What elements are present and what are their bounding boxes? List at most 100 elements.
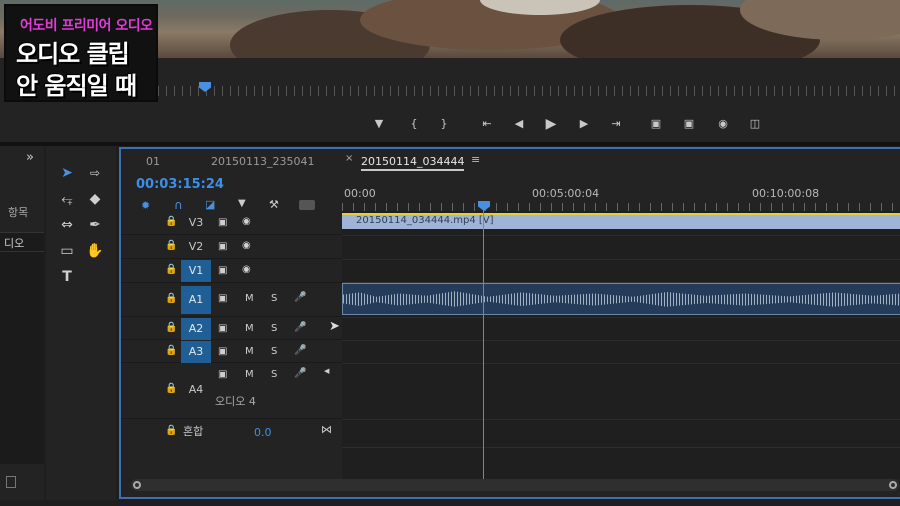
mix-label: 혼합 — [183, 425, 204, 438]
track-label-v1[interactable]: V1 — [181, 260, 211, 282]
solo-button[interactable]: S — [271, 293, 277, 304]
sync-lock-icon[interactable]: ▣ — [218, 265, 227, 276]
lock-icon[interactable]: 🔒 — [165, 345, 177, 356]
linked-selection-icon[interactable]: ◪ — [205, 198, 215, 211]
solo-button[interactable]: S — [271, 369, 277, 380]
play-icon[interactable]: ▶ — [542, 115, 560, 133]
lock-icon[interactable]: 🔒 — [165, 216, 177, 227]
selection-tool-icon[interactable]: ➤ — [56, 162, 78, 184]
sync-lock-icon[interactable]: ▣ — [218, 346, 227, 357]
lock-icon[interactable]: 🔒 — [165, 240, 177, 251]
lock-icon[interactable]: 🔒 — [165, 383, 177, 394]
marker-icon[interactable]: ▼ — [370, 115, 388, 133]
type-tool-icon[interactable]: T — [56, 266, 78, 288]
track-header-v1[interactable]: 🔒 V1 ▣ ◉ — [121, 259, 342, 283]
microphone-icon[interactable]: 🎤 — [294, 345, 306, 356]
track-label-a1[interactable]: A1 — [181, 286, 211, 314]
mark-out-icon[interactable]: } — [435, 115, 453, 133]
solo-button[interactable]: S — [271, 346, 277, 357]
track-label-v3[interactable]: V3 — [181, 212, 211, 234]
title-overlay: 어도비 프리미어 오디오 오디오 클립 안 움직일 때 — [4, 4, 158, 102]
microphone-icon[interactable]: 🎤 — [294, 322, 306, 333]
scroll-handle-left[interactable] — [133, 481, 141, 489]
captions-icon[interactable] — [299, 200, 315, 210]
sync-lock-icon[interactable]: ▣ — [218, 293, 227, 304]
solo-button[interactable]: S — [271, 323, 277, 334]
track-header-a4[interactable]: 🔒 A4 ▣ M S 🎤 ◀ 오디오 4 — [121, 363, 342, 419]
audio-clip[interactable] — [342, 283, 900, 315]
sync-lock-icon[interactable]: ▣ — [218, 217, 227, 228]
insert-icon[interactable]: ▣ — [647, 115, 665, 133]
mix-volume-value[interactable]: 0.0 — [254, 426, 272, 439]
track-header-v2[interactable]: 🔒 V2 ▣ ◉ — [121, 235, 342, 259]
mix-end-icon[interactable]: ⋈ — [321, 423, 332, 436]
mark-in-icon[interactable]: { — [405, 115, 423, 133]
snap-icon[interactable]: ∩ — [174, 198, 183, 212]
track-label-a2[interactable]: A2 — [181, 318, 211, 340]
razor-tool-icon[interactable]: ◆ — [84, 188, 106, 210]
track-label-v2[interactable]: V2 — [181, 236, 211, 258]
settings-wrench-icon[interactable]: ⚒ — [269, 198, 279, 211]
slip-tool-icon[interactable]: ⇔ — [56, 214, 78, 236]
sync-lock-icon[interactable]: ▣ — [218, 323, 227, 334]
mute-button[interactable]: M — [245, 293, 254, 304]
tab-sequence-20150113[interactable]: 20150113_235041 — [211, 155, 314, 168]
step-forward-icon[interactable]: ▶ — [575, 115, 593, 133]
tab-sequence-active[interactable]: 20150114_034444 — [361, 155, 465, 171]
rectangle-tool-icon[interactable]: ▭ — [56, 240, 78, 262]
eye-icon[interactable]: ◉ — [242, 216, 251, 227]
track-header-mix[interactable]: 🔒 혼합 0.0 ⋈ — [121, 419, 342, 447]
lock-icon[interactable]: 🔒 — [165, 293, 177, 304]
trash-icon[interactable] — [6, 476, 16, 488]
go-to-out-icon[interactable]: ⇥ — [607, 115, 625, 133]
tab-sequence-01[interactable]: 01 — [146, 155, 160, 168]
pen-tool-icon[interactable]: ✒ — [84, 214, 106, 236]
mute-button[interactable]: M — [245, 323, 254, 334]
track-headers: 🔒 V3 ▣ ◉ 🔒 V2 ▣ ◉ 🔒 V1 ▣ ◉ 🔒 A1 ▣ M S 🎤 — [121, 211, 342, 479]
eye-icon[interactable]: ◉ — [242, 240, 251, 251]
sync-lock-icon[interactable]: ▣ — [218, 369, 227, 380]
mute-button[interactable]: M — [245, 346, 254, 357]
track-header-a2[interactable]: 🔒 A2 ▣ M S 🎤 ➤ — [121, 317, 342, 340]
timeline-panel: 01 20150113_235041 × 20150114_034444 ≡ 0… — [119, 147, 900, 499]
track-area[interactable]: 20150114_034444.mp4 [V] — [342, 211, 900, 479]
lock-icon[interactable]: 🔒 — [165, 264, 177, 275]
export-frame-icon[interactable]: ◉ — [714, 115, 732, 133]
project-list[interactable]: 디오 — [0, 232, 44, 464]
tools-panel: ➤ ⇨ ⥆ ◆ ⇔ ✒ ▭ ✋ T — [46, 146, 116, 500]
project-list-item[interactable]: 디오 — [4, 235, 24, 251]
track-header-a3[interactable]: 🔒 A3 ▣ M S 🎤 — [121, 340, 342, 363]
playhead-timecode[interactable]: 00:03:15:24 — [136, 177, 224, 192]
track-label-a3[interactable]: A3 — [181, 341, 211, 363]
hand-tool-icon[interactable]: ✋ — [84, 240, 106, 262]
track-label-a4[interactable]: A4 — [181, 379, 211, 401]
compare-icon[interactable]: ◫ — [746, 115, 764, 133]
step-back-icon[interactable]: ◀ — [510, 115, 528, 133]
go-to-in-icon[interactable]: ⇤ — [478, 115, 496, 133]
lock-icon[interactable]: 🔒 — [165, 425, 177, 436]
eye-icon[interactable]: ◉ — [242, 264, 251, 275]
collapse-arrow-icon[interactable]: ◀ — [324, 367, 329, 375]
track-header-a1[interactable]: 🔒 A1 ▣ M S 🎤 — [121, 283, 342, 317]
track-select-tool-icon[interactable]: ⇨ — [84, 162, 106, 184]
sync-lock-icon[interactable]: ▣ — [218, 241, 227, 252]
microphone-icon[interactable]: 🎤 — [294, 292, 306, 303]
add-marker-icon[interactable]: ▼ — [238, 198, 246, 209]
ripple-edit-tool-icon[interactable]: ⥆ — [56, 188, 78, 210]
microphone-icon[interactable]: 🎤 — [294, 368, 306, 379]
track-lane-divider — [342, 317, 900, 318]
track-name-a4[interactable]: 오디오 4 — [215, 393, 256, 409]
video-clip[interactable]: 20150114_034444.mp4 [V] — [342, 213, 900, 229]
time-ruler[interactable]: 00:00 00:05:00:04 00:10:00:08 — [342, 179, 900, 211]
monitor-ruler-ticks — [150, 86, 900, 96]
horizontal-scrollbar[interactable] — [131, 479, 899, 491]
panel-expand-icon[interactable]: » — [26, 150, 34, 165]
scroll-handle-right[interactable] — [889, 481, 897, 489]
tab-menu-icon[interactable]: ≡ — [471, 153, 480, 166]
close-tab-icon[interactable]: × — [345, 153, 353, 164]
mute-button[interactable]: M — [245, 369, 254, 380]
track-header-v3[interactable]: 🔒 V3 ▣ ◉ — [121, 211, 342, 235]
track-lane-divider — [342, 235, 900, 236]
overwrite-icon[interactable]: ▣ — [680, 115, 698, 133]
lock-icon[interactable]: 🔒 — [165, 322, 177, 333]
